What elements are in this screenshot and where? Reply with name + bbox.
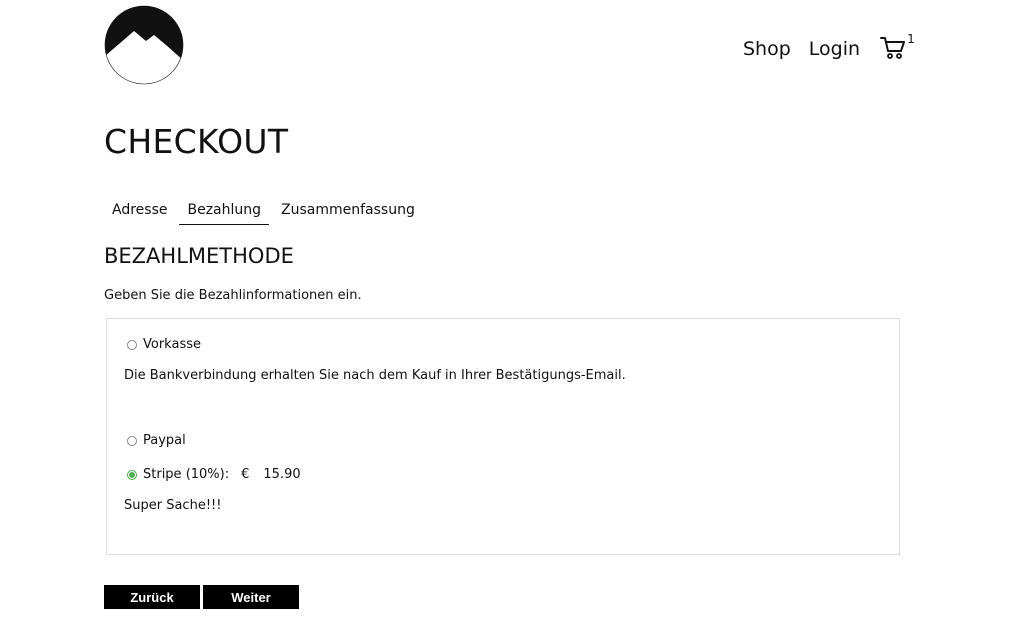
top-nav: Shop Login 1 [743,32,915,62]
vorkasse-description: Die Bankverbindung erhalten Sie nach dem… [124,368,626,383]
currency-symbol: € [241,467,250,482]
section-title: BEZAHLMETHODE [104,244,294,268]
payment-option-paypal[interactable]: Paypal [127,433,186,448]
next-button[interactable]: Weiter [203,585,299,609]
page-title: CHECKOUT [104,122,289,161]
tab-bezahlung[interactable]: Bezahlung [179,200,270,225]
payment-option-stripe[interactable]: Stripe (10%): €15.90 [127,467,301,482]
nav-login-link[interactable]: Login [809,38,860,60]
checkout-page: Shop Login 1 CHECKOUT Adresse Bezahlung … [0,0,1026,640]
tab-zusammenfassung[interactable]: Zusammenfassung [273,200,423,225]
nav-shop-link[interactable]: Shop [743,38,791,60]
cart-count-badge: 1 [907,32,915,46]
checkout-tabs: Adresse Bezahlung Zusammenfassung [104,200,427,225]
back-button[interactable]: Zurück [104,585,200,609]
paypal-label: Paypal [143,433,186,448]
stripe-amount: 15.90 [263,467,301,482]
bergwerk-logo[interactable] [104,5,184,85]
vorkasse-label: Vorkasse [143,337,201,352]
radio-stripe[interactable] [127,469,137,480]
cart-icon [880,37,906,59]
payment-option-vorkasse[interactable]: Vorkasse [127,337,201,352]
cart-button[interactable]: 1 [880,32,915,62]
payment-methods-panel: Vorkasse Die Bankverbindung erhalten Sie… [106,318,900,555]
stripe-price: €15.90 [241,467,301,482]
instructions-text: Geben Sie die Bezahlinformationen ein. [104,288,362,303]
stripe-description: Super Sache!!! [124,498,222,513]
stripe-label: Stripe (10%): [143,467,230,482]
radio-vorkasse[interactable] [127,339,137,350]
tab-adresse[interactable]: Adresse [104,200,175,225]
radio-paypal[interactable] [127,435,137,446]
